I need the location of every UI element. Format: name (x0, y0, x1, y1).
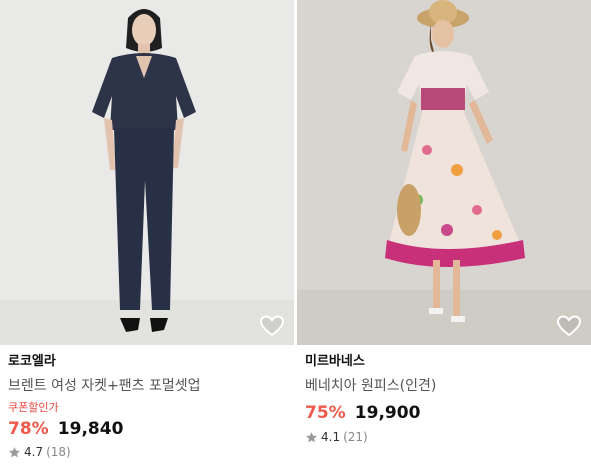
product-card[interactable]: 로코엘라 브렌트 여성 자켓+팬츠 포멀셋업 쿠폰할인가 78% 19,840 … (0, 0, 294, 471)
brand-name[interactable]: 로코엘라 (8, 352, 290, 372)
discount-rate: 78% (8, 419, 49, 439)
heart-icon[interactable] (260, 315, 284, 337)
product-card[interactable]: 미르바네스 베네치아 원피스(인견) 75% 19,900 4.1 (21) (297, 0, 591, 471)
sale-price: 19,900 (354, 403, 421, 423)
product-info: 로코엘라 브렌트 여성 자켓+팬츠 포멀셋업 쿠폰할인가 78% 19,840 … (8, 352, 290, 461)
rating-row: 4.7 (18) (8, 443, 290, 461)
price-row: 78% 19,840 (8, 417, 290, 441)
star-icon (8, 446, 21, 459)
product-image[interactable] (297, 0, 591, 345)
coupon-price-label: 쿠폰할인가 (8, 401, 59, 414)
heart-icon[interactable] (557, 315, 581, 337)
product-grid: 로코엘라 브렌트 여성 자켓+팬츠 포멀셋업 쿠폰할인가 78% 19,840 … (0, 0, 591, 471)
product-name[interactable]: 베네치아 원피스(인견) (305, 375, 587, 397)
rating-row: 4.1 (21) (305, 428, 587, 446)
discount-rate: 75% (305, 403, 346, 423)
model-navy-set-image (0, 0, 294, 345)
review-count: (18) (46, 445, 71, 459)
product-info: 미르바네스 베네치아 원피스(인견) 75% 19,900 4.1 (21) (305, 352, 587, 446)
product-image[interactable] (0, 0, 294, 345)
model-floral-dress-image (297, 0, 591, 345)
sale-price: 19,840 (57, 419, 124, 439)
review-count: (21) (343, 430, 368, 444)
star-icon (305, 431, 318, 444)
rating-value: 4.7 (24, 445, 44, 459)
brand-name[interactable]: 미르바네스 (305, 352, 587, 372)
rating-value: 4.1 (321, 430, 341, 444)
price-row: 75% 19,900 (305, 401, 587, 425)
product-name[interactable]: 브렌트 여성 자켓+팬츠 포멀셋업 (8, 375, 290, 397)
